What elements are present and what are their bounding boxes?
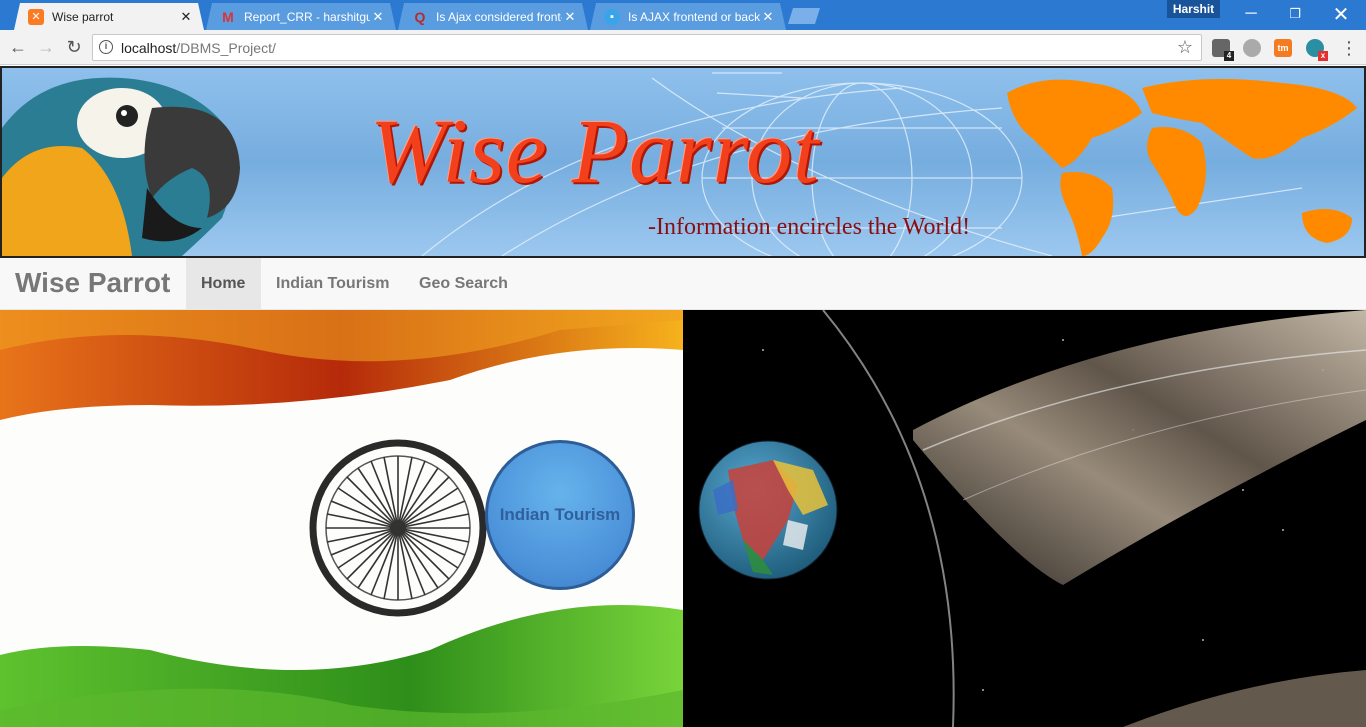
navbar-brand[interactable]: Wise Parrot	[15, 267, 170, 299]
parrot-illustration	[2, 77, 240, 256]
nav-home[interactable]: Home	[186, 258, 261, 309]
gmail-icon: M	[222, 8, 234, 25]
world-map-illustration	[1007, 79, 1357, 256]
url-host: localhost	[121, 40, 177, 56]
chrome-menu-icon[interactable]: ⋮	[1340, 38, 1358, 58]
close-tab-icon[interactable]: ✕	[760, 9, 776, 25]
url-text[interactable]: localhost/DBMS_Project/	[121, 40, 276, 56]
tab-ajax[interactable]: ▪ Is AJAX frontend or back ✕	[590, 3, 786, 30]
extension-badge: x	[1318, 51, 1328, 61]
chat-bubble-icon: ▪	[604, 9, 620, 25]
geo-search-panel[interactable]	[683, 310, 1366, 727]
url-path: /DBMS_Project/	[176, 40, 276, 56]
indian-tourism-button[interactable]: Indian Tourism	[485, 440, 635, 590]
nav-indian-tourism[interactable]: Indian Tourism	[261, 258, 404, 309]
back-arrow-icon[interactable]: ←	[6, 35, 30, 59]
bookmark-star-icon[interactable]: ☆	[1177, 37, 1193, 58]
profile-button[interactable]: Harshit	[1167, 0, 1220, 18]
close-tab-icon[interactable]: ✕	[562, 9, 578, 25]
tab-label: Wise parrot	[52, 9, 114, 24]
india-flag-panel[interactable]: Indian Tourism	[0, 310, 683, 727]
site-navbar: Wise Parrot Home Indian Tourism Geo Sear…	[0, 258, 1366, 310]
tab-label: Report_CRR - harshitguj	[244, 9, 370, 24]
nav-geo-search[interactable]: Geo Search	[404, 258, 523, 309]
close-tab-icon[interactable]: ✕	[370, 9, 386, 25]
web-page: Wise Parrot -Information encircles the W…	[0, 66, 1366, 727]
site-banner: Wise Parrot -Information encircles the W…	[0, 66, 1366, 258]
restore-icon[interactable]: ❐	[1272, 0, 1318, 28]
close-window-icon[interactable]: ✕	[1318, 0, 1364, 28]
address-bar[interactable]: i localhost/DBMS_Project/ ☆	[92, 34, 1202, 61]
extension-tm-icon[interactable]: tm	[1274, 39, 1292, 57]
minimize-icon[interactable]: ─	[1228, 0, 1274, 28]
tab-quora[interactable]: Q Is Ajax considered front- ✕	[398, 3, 588, 30]
forward-arrow-icon[interactable]: →	[34, 35, 58, 59]
reload-icon[interactable]: ↻	[62, 35, 86, 59]
new-tab-button[interactable]	[788, 8, 820, 24]
browser-titlebar: ✕ Wise parrot ✕ M Report_CRR - harshitgu…	[0, 0, 1366, 30]
globe-flags-icon	[698, 440, 838, 580]
extension-sync-icon[interactable]	[1243, 39, 1261, 57]
quora-icon: Q	[414, 8, 426, 25]
extension-badge: 4	[1224, 51, 1234, 61]
tab-label: Is AJAX frontend or back	[628, 9, 760, 24]
extension-chat-icon[interactable]: x	[1306, 39, 1328, 61]
space-background-image	[698, 310, 1366, 727]
tab-label: Is Ajax considered front-	[436, 9, 562, 24]
ashoka-chakra-icon	[309, 439, 487, 617]
banner-title: Wise Parrot	[370, 100, 820, 202]
close-tab-icon[interactable]: ✕	[178, 9, 194, 25]
browser-toolbar: ← → ↻ i localhost/DBMS_Project/ ☆ 4 tm x…	[0, 30, 1366, 65]
extension-clipboard-icon[interactable]: 4	[1212, 39, 1234, 61]
xampp-icon: ✕	[28, 9, 44, 25]
banner-tagline: -Information encircles the World!	[648, 214, 971, 240]
tab-wise-parrot[interactable]: ✕ Wise parrot ✕	[14, 3, 204, 30]
info-icon[interactable]: i	[99, 40, 113, 54]
tab-gmail[interactable]: M Report_CRR - harshitguj ✕	[206, 3, 396, 30]
